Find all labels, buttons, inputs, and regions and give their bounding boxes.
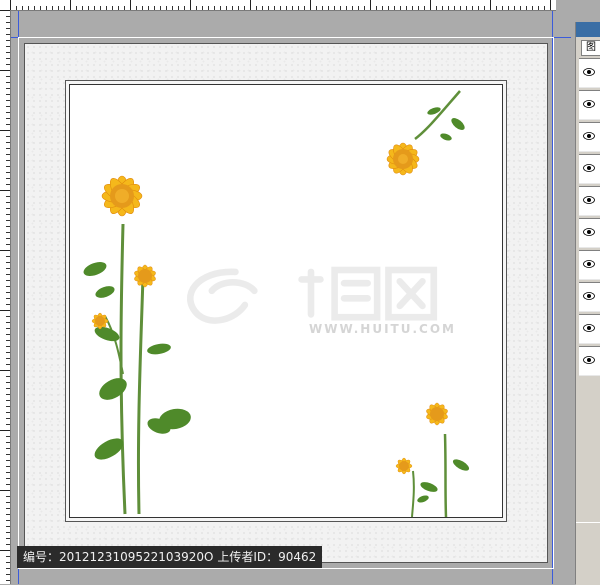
panel-footer — [576, 522, 600, 585]
eye-icon[interactable] — [583, 227, 595, 237]
layer-row[interactable] — [579, 90, 600, 120]
layers-panel[interactable]: 图 — [575, 22, 600, 585]
layer-row[interactable] — [579, 314, 600, 344]
sunflower-icon — [386, 142, 420, 176]
eye-icon[interactable] — [583, 291, 595, 301]
ruler-left-major-ticks — [0, 10, 10, 584]
canvas[interactable]: WWW.HUITU.COM — [24, 43, 548, 563]
sunflower-icon — [395, 457, 413, 475]
layer-row[interactable] — [579, 58, 600, 88]
layer-row[interactable] — [579, 282, 600, 312]
sunflower-icon — [101, 175, 143, 217]
eye-icon[interactable] — [583, 259, 595, 269]
panel-tab[interactable]: 图 — [581, 40, 600, 56]
ruler-top-major-ticks — [10, 0, 556, 10]
sunflower-icon — [426, 402, 448, 426]
panel-title-bar[interactable] — [576, 22, 600, 37]
layer-row[interactable] — [579, 122, 600, 152]
caption-bar: 编号：2012123109522103920O 上传者ID：90462 — [17, 546, 323, 568]
layer-row[interactable] — [579, 186, 600, 216]
eye-icon[interactable] — [583, 355, 595, 365]
eye-icon[interactable] — [583, 323, 595, 333]
eye-icon[interactable] — [583, 67, 595, 77]
eye-icon[interactable] — [583, 99, 595, 109]
sunflower-icon — [91, 312, 109, 330]
eye-icon[interactable] — [583, 131, 595, 141]
watermark-text: WWW.HUITU.COM — [309, 322, 456, 336]
layer-row[interactable] — [579, 346, 600, 376]
layer-row[interactable] — [579, 154, 600, 184]
eye-icon[interactable] — [583, 195, 595, 205]
layer-row[interactable] — [579, 218, 600, 248]
layer-row[interactable] — [579, 250, 600, 280]
eye-icon[interactable] — [583, 163, 595, 173]
